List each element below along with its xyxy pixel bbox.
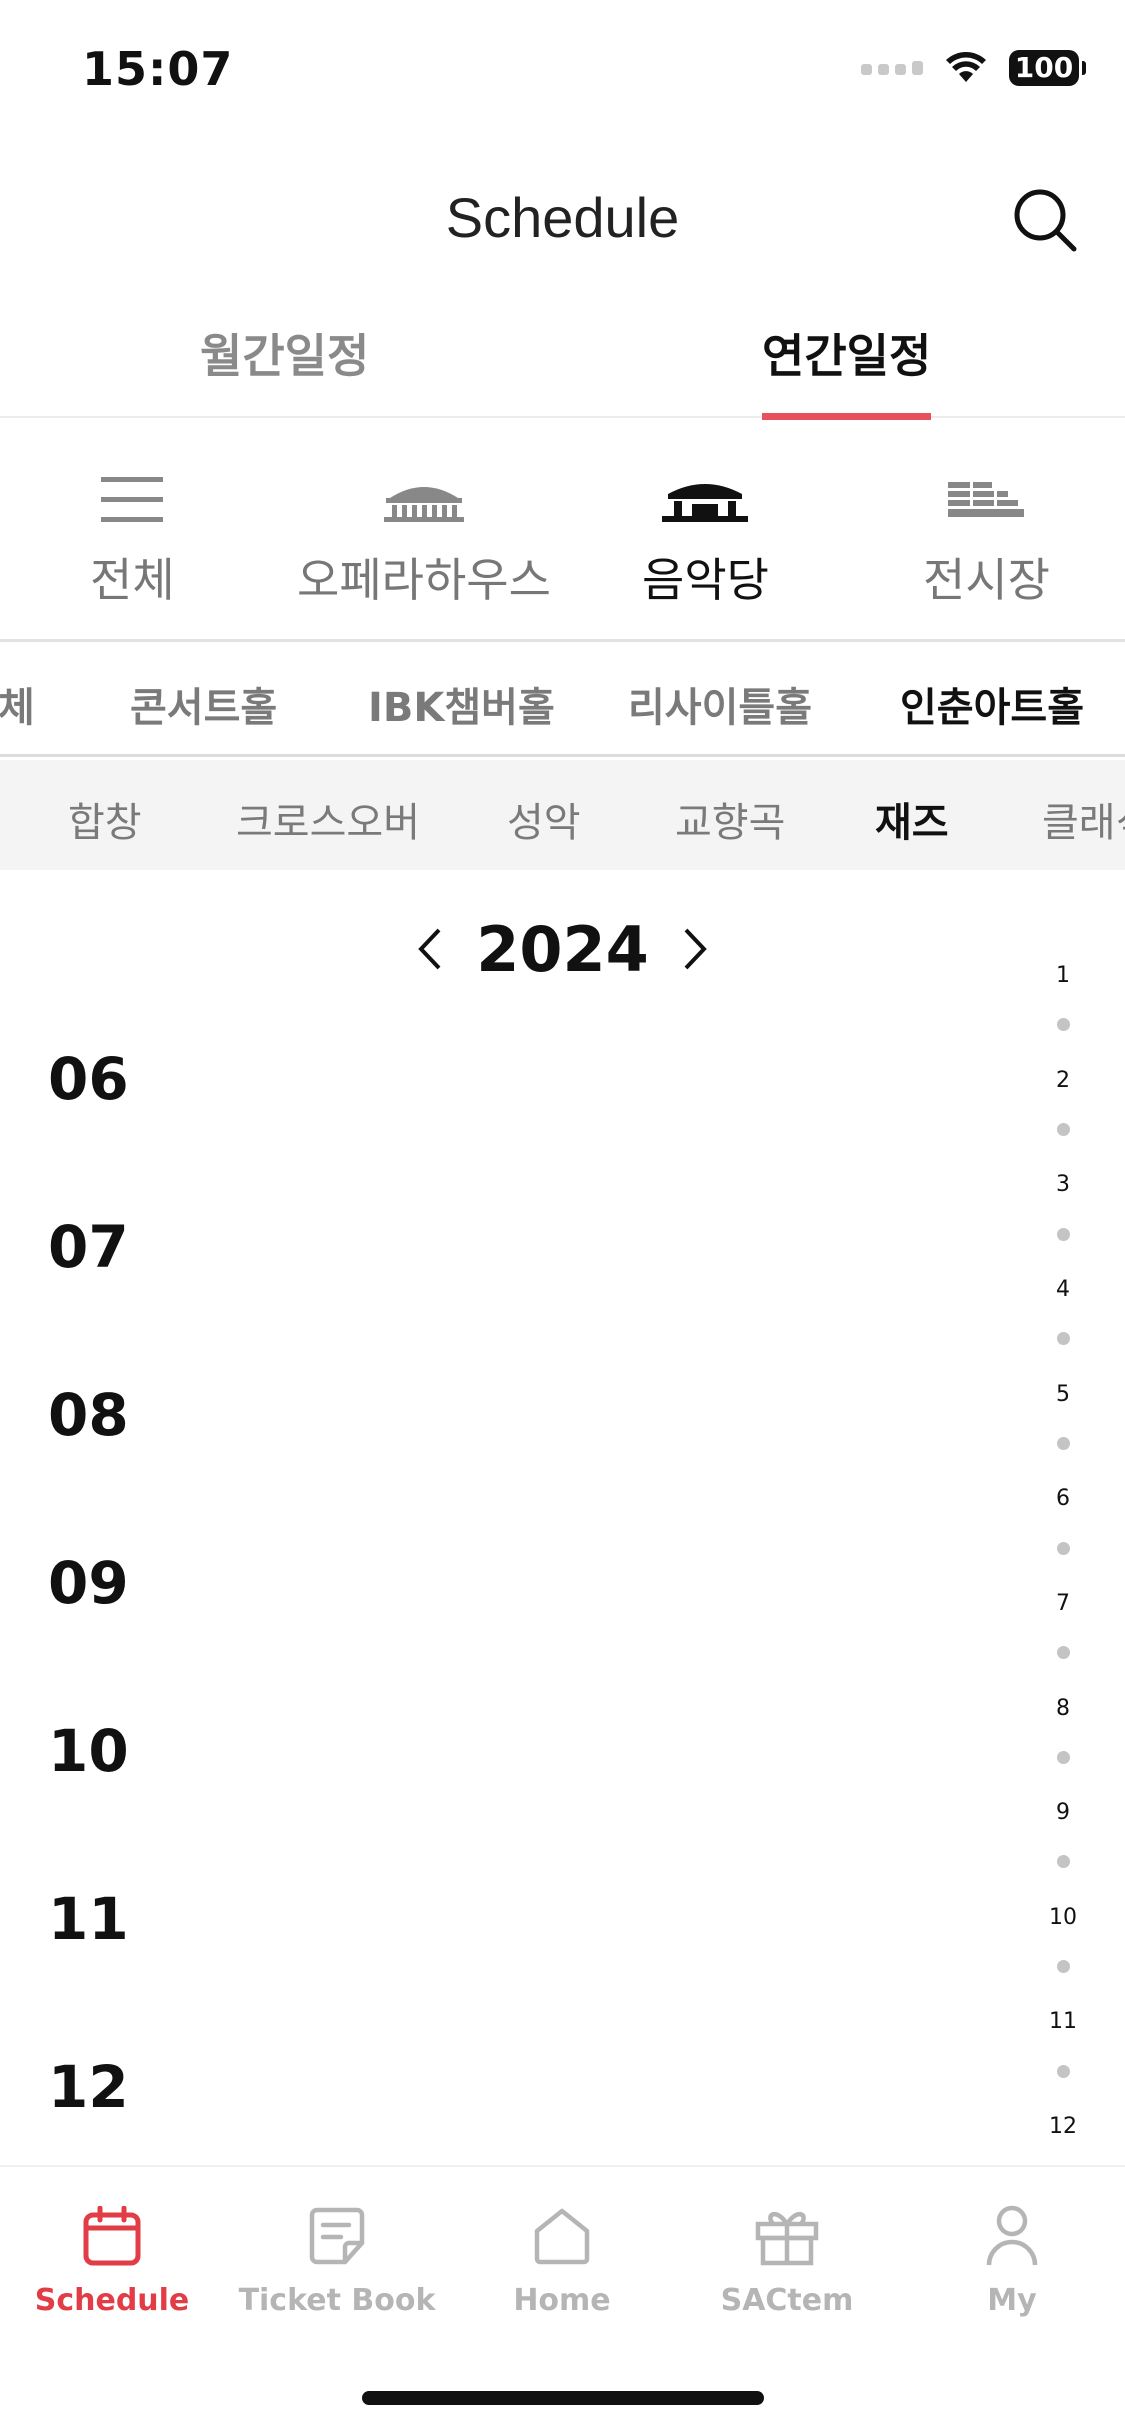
genre-tab-symphony[interactable]: 교향곡 [675, 790, 785, 848]
calendar-icon [83, 2206, 141, 2266]
hall-tab-ibk-chamber[interactable]: IBK챔버홀 [368, 675, 555, 733]
search-icon [1014, 189, 1077, 252]
nav-label: Home [513, 2283, 611, 2318]
month-index-item[interactable]: 6 [1041, 1486, 1085, 1511]
previous-year-button[interactable] [405, 919, 455, 979]
user-icon [986, 2205, 1038, 2266]
index-dot [1057, 1542, 1070, 1555]
nav-label: Schedule [34, 2283, 190, 2318]
opera-house-icon [383, 487, 464, 522]
month-index-item[interactable]: 9 [1041, 1800, 1085, 1825]
month-heading: 06 [48, 1045, 129, 1113]
month-heading: 12 [48, 2053, 129, 2121]
year-label: 2024 [476, 913, 649, 986]
venue-label: 전체 [90, 553, 175, 607]
battery-icon: 100 [1009, 50, 1086, 86]
genre-tab-choir[interactable]: 합창 [68, 790, 142, 848]
status-icons: 100 [861, 50, 1086, 86]
month-index-item[interactable]: 10 [1041, 1905, 1085, 1930]
index-dot [1057, 1855, 1070, 1868]
nav-my[interactable]: My [912, 2201, 1112, 2318]
list-icon [101, 477, 164, 522]
tab-monthly[interactable]: 월간일정 [200, 320, 369, 418]
genre-tab-classic[interactable]: 클래식 [1042, 790, 1125, 848]
index-dot [1057, 1960, 1070, 1973]
venue-tab-opera-house[interactable]: 오페라하우스 [297, 470, 551, 610]
month-heading: 08 [48, 1381, 129, 1449]
tab-yearly[interactable]: 연간일정 [762, 320, 932, 420]
schedule-view-tabs: 월간일정 연간일정 [0, 300, 1125, 420]
month-heading: 09 [48, 1549, 129, 1617]
index-dot [1057, 1332, 1070, 1345]
hall-tabs: 체 콘서트홀 IBK챔버홀 리사이틀홀 인춘아트홀 [0, 645, 1125, 757]
index-dot [1057, 1646, 1070, 1659]
next-year-button[interactable] [670, 919, 720, 979]
hall-tab-recital[interactable]: 리사이틀홀 [628, 675, 812, 733]
status-bar: 15:07 100 [0, 0, 1125, 140]
genre-tab-jazz[interactable]: 재즈 [875, 790, 949, 848]
month-heading: 11 [48, 1885, 129, 1953]
exhibition-icon [948, 482, 1025, 517]
month-index-item[interactable]: 3 [1041, 1172, 1085, 1197]
header: Schedule [0, 150, 1125, 290]
month-index-item[interactable]: 8 [1041, 1696, 1085, 1721]
nav-schedule[interactable]: Schedule [12, 2201, 212, 2318]
active-tab-underline [762, 413, 932, 420]
venue-tab-concert-hall[interactable]: 음악당 [642, 470, 769, 610]
nav-label: My [987, 2283, 1037, 2318]
index-dot [1057, 2065, 1070, 2078]
nav-sactem[interactable]: SACtem [687, 2201, 887, 2318]
month-index-item[interactable]: 1 [1041, 963, 1085, 988]
month-index-item[interactable]: 2 [1041, 1068, 1085, 1093]
home-icon [534, 2208, 590, 2265]
nav-ticket-book[interactable]: Ticket Book [237, 2201, 437, 2318]
tab-yearly-label: 연간일정 [762, 329, 932, 383]
concert-hall-icon [662, 484, 749, 522]
venue-tabs: 전체 오페라하우스 음악당 전시장 [0, 420, 1125, 642]
venue-label: 오페라하우스 [297, 553, 551, 607]
index-dot [1057, 1123, 1070, 1136]
cellular-signal-icon [861, 61, 923, 75]
hall-tab-concert-hall[interactable]: 콘서트홀 [130, 675, 277, 733]
genre-tabs: 합창 크로스오버 성악 교향곡 재즈 클래식 [0, 760, 1125, 870]
index-dot [1057, 1437, 1070, 1450]
genre-tab-crossover[interactable]: 크로스오버 [236, 790, 420, 848]
venue-tab-all[interactable]: 전체 [90, 470, 175, 610]
month-heading: 10 [48, 1717, 129, 1785]
year-navigation: 2024 [0, 905, 1125, 995]
nav-home[interactable]: Home [462, 2201, 662, 2318]
month-index-item[interactable]: 12 [1041, 2114, 1085, 2139]
month-heading: 07 [48, 1213, 129, 1281]
nav-label: SACtem [720, 2283, 854, 2318]
venue-label: 음악당 [642, 553, 769, 607]
nav-label: Ticket Book [238, 2283, 436, 2318]
search-button[interactable] [1005, 180, 1085, 260]
page-title: Schedule [445, 186, 680, 249]
chevron-left-icon [418, 928, 441, 970]
month-index-item[interactable]: 5 [1041, 1382, 1085, 1407]
venue-tab-exhibition[interactable]: 전시장 [923, 470, 1050, 610]
hall-tab-inchun-art[interactable]: 인춘아트홀 [900, 675, 1084, 733]
gift-icon [755, 2212, 819, 2266]
tab-monthly-label: 월간일정 [200, 329, 370, 383]
index-dot [1057, 1018, 1070, 1031]
genre-tab-vocal[interactable]: 성악 [507, 790, 581, 848]
index-dot [1057, 1751, 1070, 1764]
chevron-right-icon [684, 928, 707, 970]
home-indicator [362, 2391, 764, 2405]
index-dot [1057, 1228, 1070, 1241]
ticket-book-icon [309, 2207, 365, 2265]
month-index-item[interactable]: 11 [1041, 2009, 1085, 2034]
wifi-icon [946, 52, 986, 82]
month-index-item[interactable]: 7 [1041, 1591, 1085, 1616]
status-time: 15:07 [82, 42, 234, 96]
month-index-item[interactable]: 4 [1041, 1277, 1085, 1302]
hall-tab-all[interactable]: 체 [0, 675, 35, 733]
venue-label: 전시장 [923, 553, 1050, 607]
